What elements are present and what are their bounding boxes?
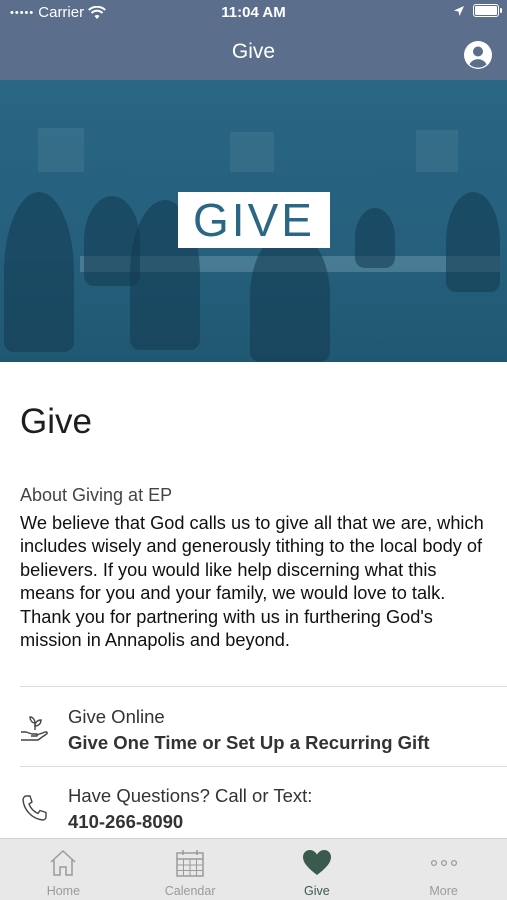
profile-icon[interactable]	[463, 40, 493, 70]
contact-phone-number[interactable]: 410-266-8090	[68, 811, 183, 833]
tab-more-label: More	[429, 884, 458, 898]
divider	[20, 766, 507, 767]
hero-banner: GIVE	[0, 80, 507, 362]
status-bar: ••••• Carrier 11:04 AM	[0, 0, 507, 26]
divider	[20, 686, 507, 687]
give-online-row[interactable]: Give Online Give One Time or Set Up a Re…	[0, 696, 507, 766]
give-logo-text: GIVE	[193, 194, 315, 246]
tab-bar: Home Calendar Give More	[0, 838, 507, 900]
page-title: Give	[20, 402, 92, 441]
tab-more[interactable]: More	[380, 839, 507, 900]
top-bar: ••••• Carrier 11:04 AM Give	[0, 0, 507, 80]
contact-row[interactable]: Have Questions? Call or Text: 410-266-80…	[0, 775, 507, 845]
contact-title: Have Questions? Call or Text:	[68, 785, 313, 806]
tab-give[interactable]: Give	[254, 839, 381, 900]
status-right	[453, 4, 502, 17]
nav-title: Give	[231, 40, 276, 63]
tab-give-label: Give	[304, 884, 330, 898]
more-icon	[430, 859, 457, 867]
tab-home[interactable]: Home	[0, 839, 127, 900]
tab-home-label: Home	[46, 884, 81, 898]
location-arrow-icon	[454, 5, 464, 16]
tab-calendar-label: Calendar	[164, 884, 216, 898]
battery-icon	[473, 4, 502, 17]
tab-calendar[interactable]: Calendar	[127, 839, 254, 900]
section-label: About Giving at EP	[20, 485, 173, 505]
phone-icon	[22, 795, 47, 821]
give-logo-box: GIVE	[178, 192, 330, 248]
about-body-text: We believe that God calls us to give all…	[20, 513, 484, 651]
give-online-title: Give Online	[68, 706, 165, 727]
hand-plant-icon	[21, 716, 48, 741]
home-icon	[50, 849, 76, 876]
status-time: 11:04 AM	[221, 4, 286, 21]
calendar-icon	[176, 850, 204, 877]
heart-icon	[302, 850, 331, 875]
give-online-subtitle: Give One Time or Set Up a Recurring Gift	[68, 732, 430, 753]
